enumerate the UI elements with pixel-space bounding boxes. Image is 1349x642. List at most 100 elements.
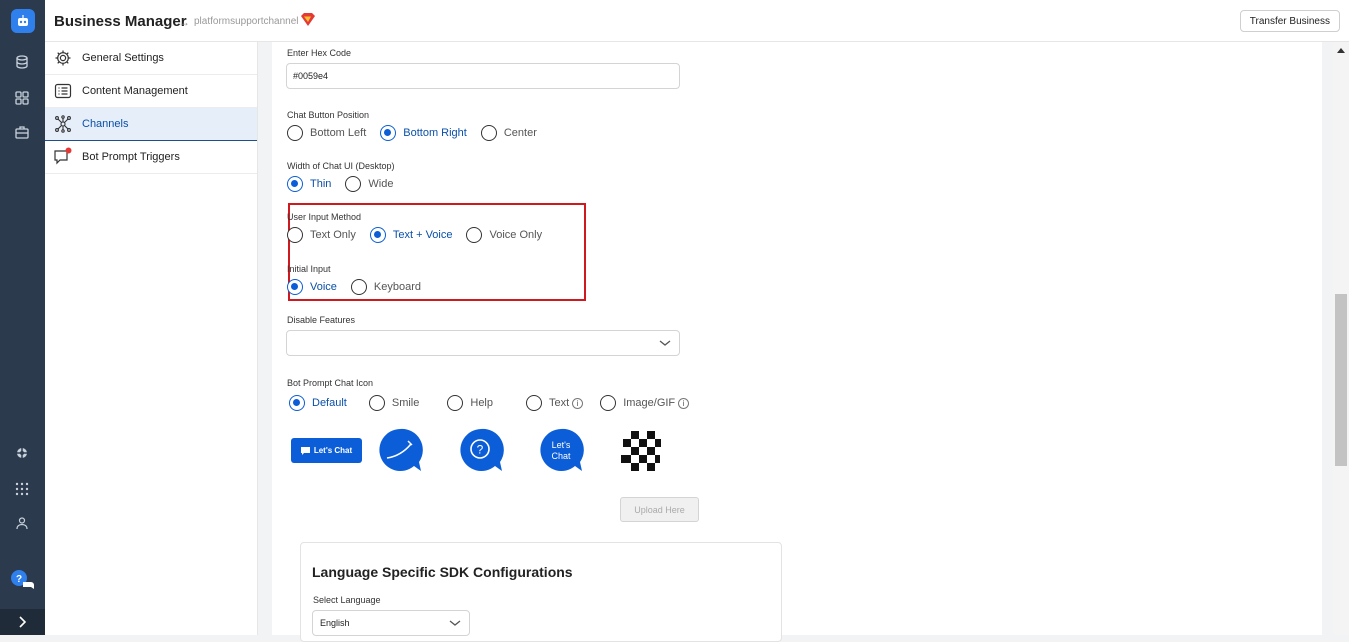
radio-circle: [526, 395, 542, 411]
chat-ui-width-group: Thin Wide: [287, 175, 407, 193]
radio-circle: [287, 279, 303, 295]
radio-bottom-right[interactable]: Bottom Right: [380, 125, 467, 141]
initial-input-label: Initial Input: [287, 264, 331, 274]
chat-ui-width-label: Width of Chat UI (Desktop): [287, 161, 395, 171]
text-preview-icon: Let's Chat: [538, 428, 584, 474]
radio-bottom-left[interactable]: Bottom Left: [287, 125, 366, 141]
radio-label: Text Only: [310, 229, 356, 241]
initial-input-group: Voice Keyboard: [287, 278, 435, 296]
radio-wide[interactable]: Wide: [345, 176, 393, 192]
info-icon[interactable]: i: [572, 397, 584, 409]
radio-circle: [287, 125, 303, 141]
expand-rail-button[interactable]: [0, 609, 45, 635]
sidebar-item-label: General Settings: [82, 52, 164, 64]
radio-smile[interactable]: Smile: [368, 395, 419, 411]
select-value: English: [320, 618, 350, 628]
radio-label: Bottom Left: [310, 127, 367, 139]
language-card-title: Language Specific SDK Configurations: [312, 564, 573, 580]
chevron-down-icon: [659, 340, 671, 346]
radio-default[interactable]: Default: [289, 395, 347, 411]
svg-text:?: ?: [16, 574, 22, 585]
select-language-label: Select Language: [313, 595, 381, 605]
gear-icon: [53, 48, 73, 68]
sidebar-item-general-settings[interactable]: General Settings: [45, 42, 257, 75]
top-header: Business Manager → platformsupportchanne…: [45, 0, 1349, 42]
radio-voice[interactable]: Voice: [287, 279, 337, 295]
radio-label: Text + Voice: [392, 229, 453, 241]
lets-chat-bubble-line1: Let's: [551, 440, 571, 450]
info-icon[interactable]: i: [678, 397, 690, 409]
radio-text-voice[interactable]: Text + Voice: [369, 227, 453, 243]
vertical-scrollbar[interactable]: [1333, 42, 1349, 635]
radio-circle: [447, 395, 464, 411]
radio-label: Voice Only: [489, 229, 543, 241]
checkered-image-icon: [618, 429, 664, 480]
radio-text[interactable]: Text i: [526, 395, 584, 411]
chat-button-position-group: Bottom Left Bottom Right Center: [287, 124, 551, 142]
settings-sidebar: General Settings Content Management Chan…: [45, 42, 258, 635]
sidebar-item-channels[interactable]: Channels: [45, 108, 257, 141]
radio-circle: [369, 227, 386, 243]
chevron-right-icon: [18, 616, 26, 628]
radio-text-only[interactable]: Text Only: [287, 227, 356, 243]
radio-label: Text: [549, 397, 570, 409]
breadcrumb-arrow: →: [178, 15, 190, 29]
radio-circle: [289, 395, 305, 411]
briefcase-icon[interactable]: [12, 122, 32, 142]
hex-code-input[interactable]: #0059e4: [286, 63, 680, 89]
radio-circle: [350, 279, 367, 295]
main-content: Enter Hex Code #0059e4 Chat Button Posit…: [258, 42, 1333, 642]
page-title: Business Manager: [54, 13, 187, 30]
hex-code-label: Enter Hex Code: [287, 48, 352, 58]
disable-features-select[interactable]: [286, 330, 680, 356]
lets-chat-pill-text: Let's Chat: [313, 446, 353, 455]
channel-settings-panel: Enter Hex Code #0059e4 Chat Button Posit…: [272, 42, 1322, 642]
bot-prompt-icon-group: Default Smile Help Text i Image/GIF i: [289, 394, 703, 412]
network-icon: [53, 114, 73, 134]
brain-icon[interactable]: [12, 443, 32, 463]
radio-label: Thin: [310, 178, 332, 190]
app-rail: ?: [0, 0, 45, 635]
radio-circle: [368, 395, 385, 411]
dots-grid-icon[interactable]: [12, 479, 32, 499]
bot-logo-icon[interactable]: [11, 9, 35, 33]
radio-keyboard[interactable]: Keyboard: [350, 279, 422, 295]
database-icon[interactable]: [12, 52, 32, 72]
radio-help[interactable]: Help: [447, 395, 493, 411]
radio-circle: [380, 125, 397, 141]
chevron-down-icon: [449, 620, 461, 626]
radio-circle: [600, 395, 617, 411]
breadcrumb[interactable]: platformsupportchannel: [194, 16, 299, 27]
radio-thin[interactable]: Thin: [287, 176, 331, 192]
radio-circle: [480, 125, 497, 141]
lets-chat-bubble-line2: Chat: [551, 451, 571, 461]
radio-circle: [466, 227, 483, 243]
radio-label: Voice: [310, 281, 337, 293]
help-chat-icon[interactable]: ?: [9, 568, 35, 592]
radio-label: Default: [312, 397, 347, 409]
sidebar-item-label: Channels: [82, 118, 129, 130]
user-input-method-group: Text Only Text + Voice Voice Only: [287, 226, 556, 244]
upload-here-button[interactable]: Upload Here: [620, 497, 699, 522]
radio-label: Keyboard: [373, 281, 422, 293]
transfer-business-button[interactable]: Transfer Business: [1239, 10, 1340, 32]
radio-image-gif[interactable]: Image/GIF i: [600, 395, 690, 411]
radio-circle: [287, 176, 303, 192]
chat-alert-icon: [53, 147, 73, 167]
sidebar-item-label: Content Management: [82, 85, 188, 97]
user-input-method-label: User Input Method: [287, 212, 362, 222]
radio-voice-only[interactable]: Voice Only: [466, 227, 542, 243]
chat-bubble-icon: [300, 446, 310, 455]
sidebar-item-bot-prompt-triggers[interactable]: Bot Prompt Triggers: [45, 141, 257, 174]
list-icon: [53, 81, 73, 101]
apps-grid-icon[interactable]: [12, 88, 32, 108]
user-icon[interactable]: [12, 513, 32, 533]
help-preview-icon: ?: [458, 428, 504, 479]
smile-preview-icon: [377, 428, 423, 479]
scroll-thumb[interactable]: [1335, 294, 1347, 466]
language-select[interactable]: English: [312, 610, 470, 636]
scroll-up-arrow-icon[interactable]: [1337, 48, 1345, 53]
radio-center[interactable]: Center: [480, 125, 537, 141]
sidebar-item-content-management[interactable]: Content Management: [45, 75, 257, 108]
chat-button-position-label: Chat Button Position: [287, 110, 370, 120]
